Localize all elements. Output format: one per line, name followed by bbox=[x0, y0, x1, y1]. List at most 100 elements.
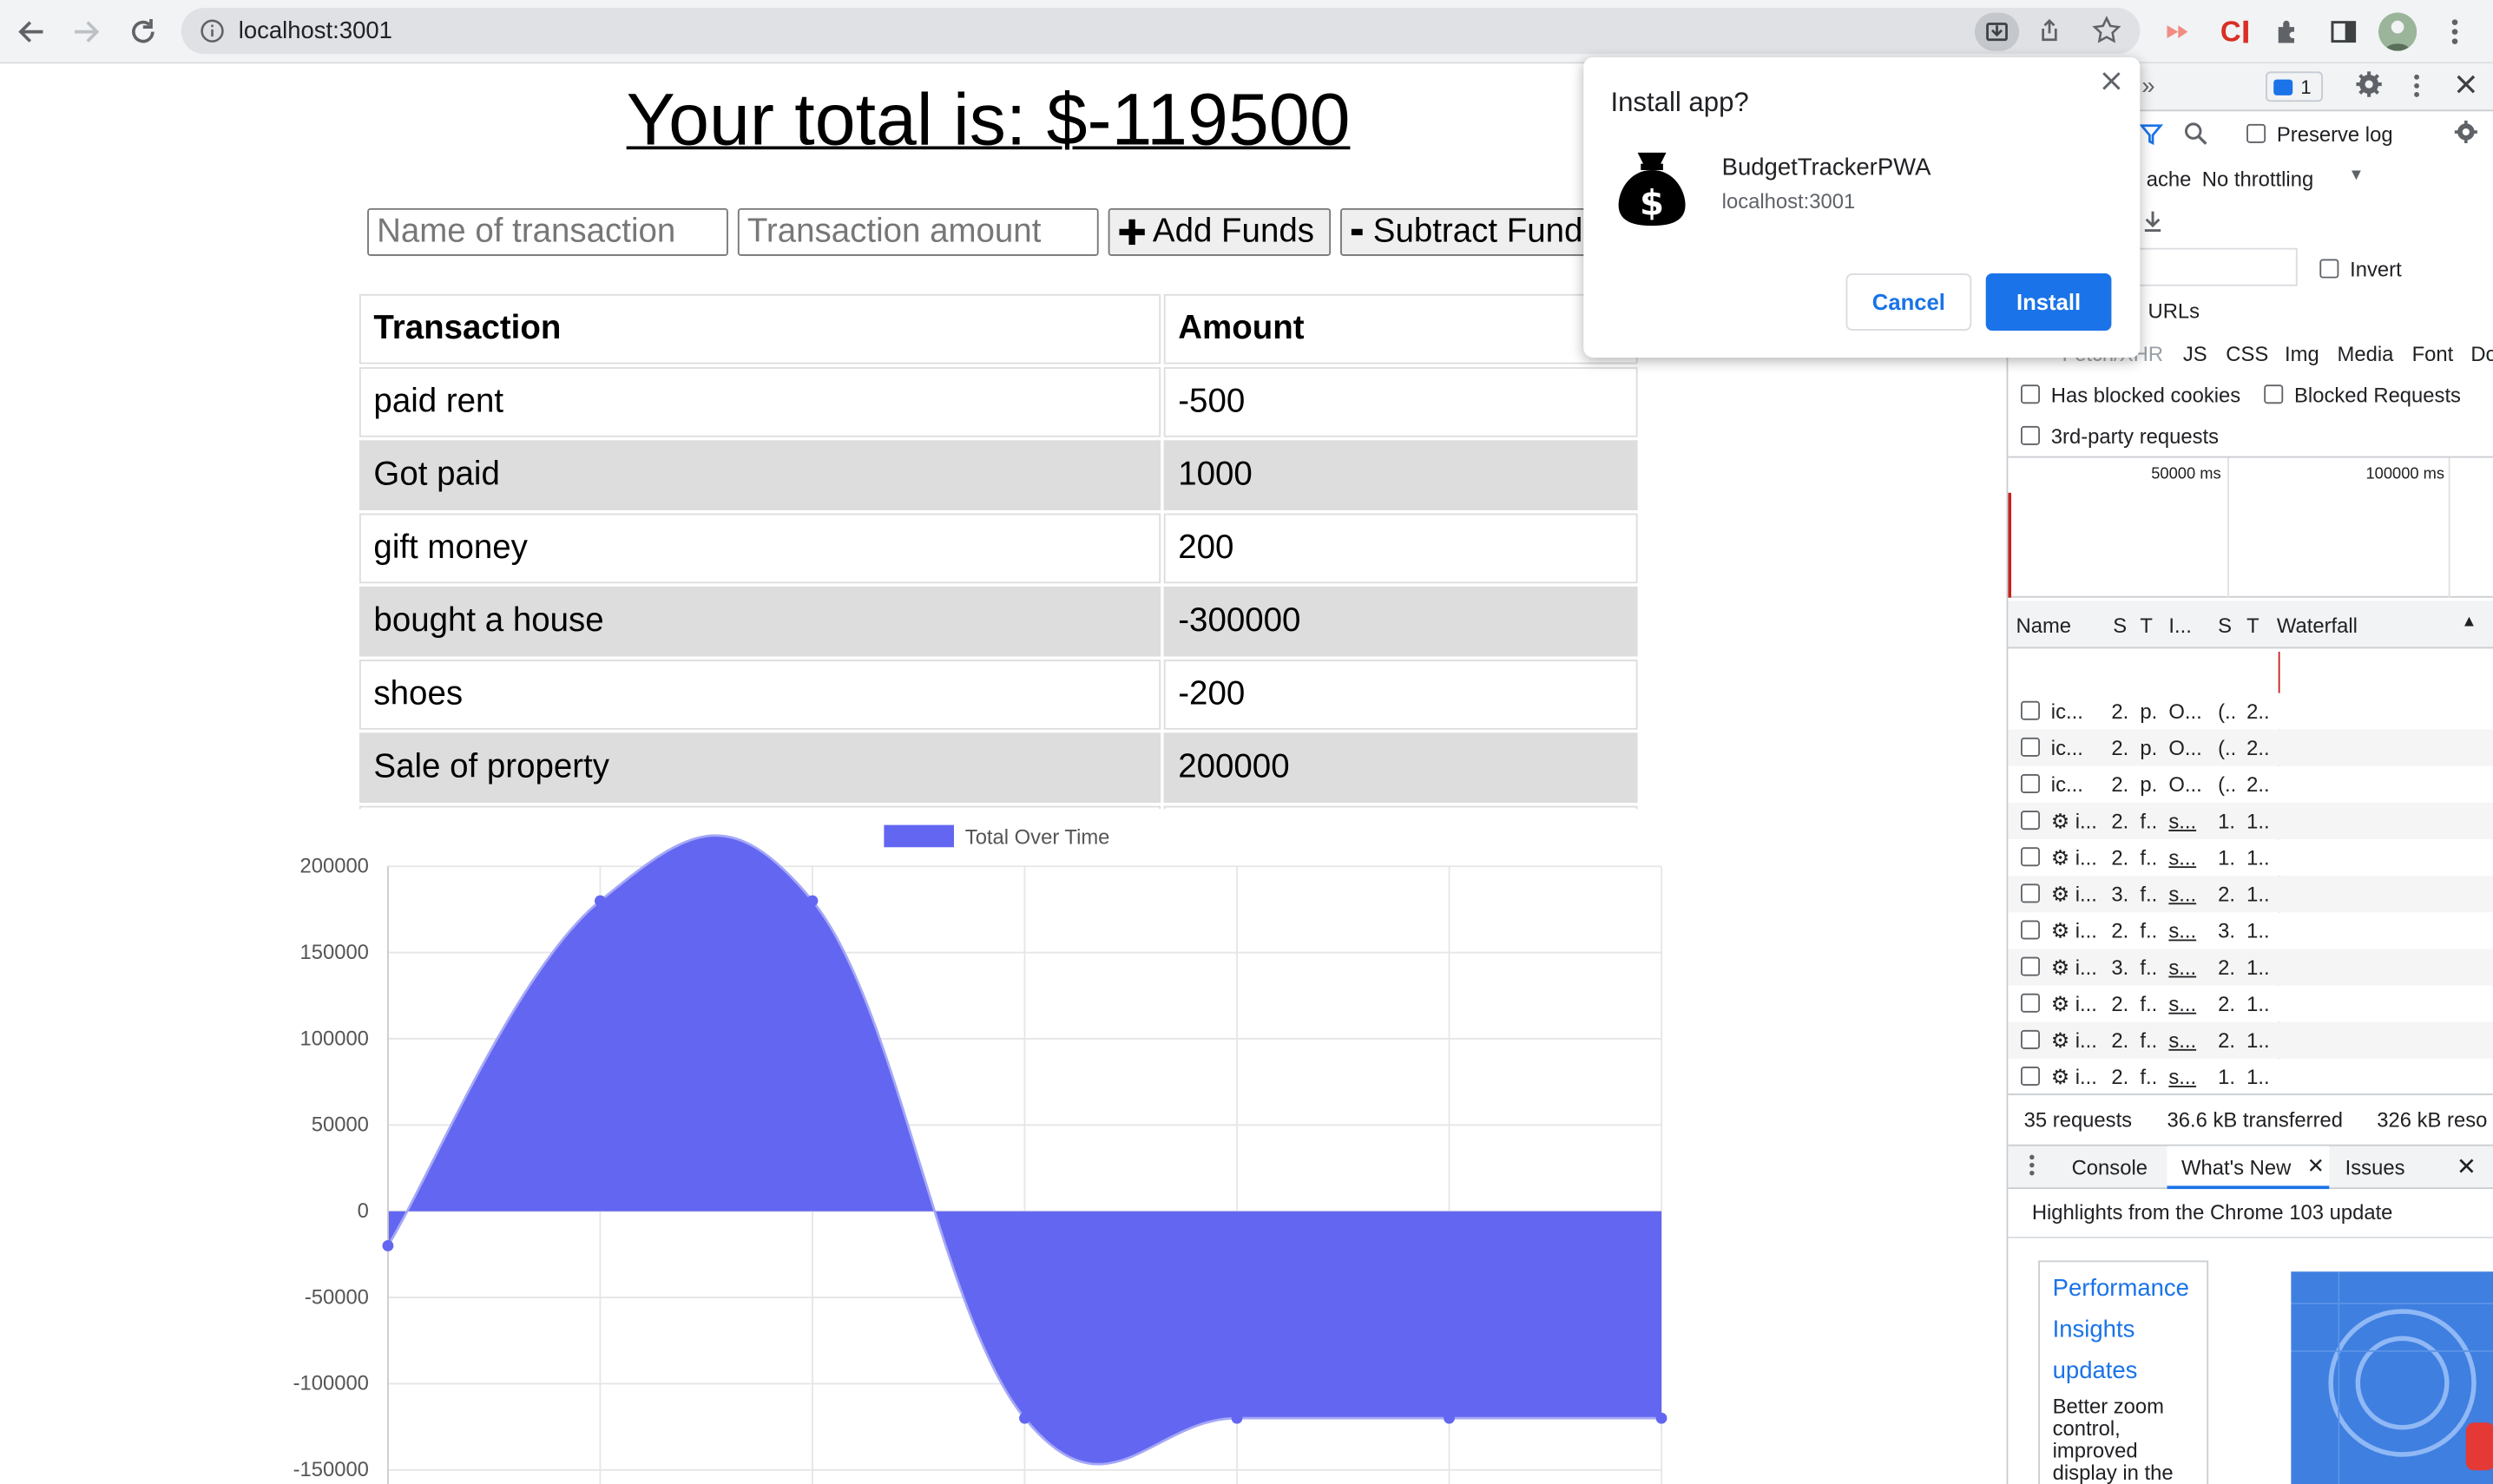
network-request-row[interactable]: ic... 2. p. O... (.. 2.. bbox=[2008, 765, 2493, 803]
filter-font[interactable]: Font bbox=[2412, 342, 2454, 365]
drawer-menu-icon[interactable] bbox=[2029, 1154, 2035, 1181]
close-devtools-icon[interactable] bbox=[2455, 73, 2477, 100]
side-panel-icon[interactable] bbox=[2326, 14, 2361, 49]
close-drawer-icon[interactable]: ✕ bbox=[2457, 1152, 2477, 1181]
cancel-button[interactable]: Cancel bbox=[1845, 273, 1972, 331]
request-cell: 2.. bbox=[2246, 772, 2270, 797]
extensions-puzzle-icon[interactable] bbox=[2271, 14, 2306, 49]
data-point[interactable] bbox=[382, 1240, 394, 1251]
row-checkbox[interactable] bbox=[2021, 811, 2040, 831]
column-time[interactable]: T bbox=[2246, 614, 2259, 637]
more-tabs-icon[interactable]: » bbox=[2141, 73, 2154, 100]
blocked-cookies-checkbox[interactable] bbox=[2021, 384, 2040, 404]
network-settings-icon[interactable] bbox=[2453, 119, 2478, 149]
row-checkbox[interactable] bbox=[2021, 737, 2040, 757]
data-point[interactable] bbox=[1655, 1412, 1667, 1424]
transaction-amount-input[interactable] bbox=[737, 207, 1099, 256]
row-checkbox[interactable] bbox=[2021, 1067, 2040, 1087]
request-cell: f.. bbox=[2140, 991, 2158, 1016]
extension-c-icon[interactable]: C bbox=[2216, 14, 2251, 49]
row-checkbox[interactable] bbox=[2021, 956, 2040, 976]
network-request-row[interactable]: ⚙ i... 2. f.. s... 3. 1.. bbox=[2008, 912, 2493, 949]
settings-gear-icon[interactable] bbox=[2355, 70, 2384, 103]
network-request-row[interactable]: ⚙ i... 2. f.. s... 1. 1.. bbox=[2008, 802, 2493, 840]
row-checkbox[interactable] bbox=[2021, 847, 2040, 867]
network-request-row[interactable]: ⚙ i... 3. f.. s... 2. 1.. bbox=[2008, 949, 2493, 986]
browser-menu-icon[interactable] bbox=[2437, 14, 2472, 49]
network-request-row[interactable]: ⚙ i... 3. f.. s... 2. 1.. bbox=[2008, 876, 2493, 913]
search-icon[interactable] bbox=[2183, 121, 2208, 151]
devtools-menu-icon[interactable] bbox=[2412, 73, 2422, 103]
whats-new-title[interactable]: Performance Insights updates bbox=[2053, 1269, 2204, 1393]
share-icon[interactable] bbox=[2032, 13, 2067, 48]
install-app-icon[interactable] bbox=[1974, 12, 2020, 51]
add-funds-button[interactable]: Add Funds bbox=[1108, 207, 1332, 256]
throttling-select[interactable]: No throttling bbox=[2202, 167, 2313, 190]
download-icon[interactable] bbox=[2141, 210, 2164, 237]
network-request-row[interactable]: ⚙ i... 2. f.. s... 2. 1.. bbox=[2008, 985, 2493, 1022]
network-table-header: Name S T I... S T Waterfall ▲ bbox=[2008, 601, 2493, 649]
data-point[interactable] bbox=[1019, 1412, 1030, 1424]
filter-media[interactable]: Media bbox=[2337, 342, 2393, 365]
third-party-checkbox[interactable] bbox=[2021, 425, 2040, 445]
preserve-log-checkbox[interactable] bbox=[2246, 123, 2266, 143]
whats-new-card[interactable]: Performance Insights updates Better zoom… bbox=[2038, 1260, 2209, 1484]
data-point[interactable] bbox=[1231, 1412, 1243, 1424]
filter-js[interactable]: JS bbox=[2183, 342, 2207, 365]
data-point[interactable] bbox=[806, 895, 819, 907]
filter-img[interactable]: Img bbox=[2285, 342, 2319, 365]
row-checkbox[interactable] bbox=[2021, 1029, 2040, 1049]
column-type[interactable]: T bbox=[2140, 614, 2153, 637]
preserve-log-label: Preserve log bbox=[2276, 122, 2393, 147]
filter-css[interactable]: CSS bbox=[2226, 342, 2268, 365]
request-cell: 2. bbox=[2111, 1028, 2129, 1053]
transaction-name: shoes bbox=[358, 660, 1161, 730]
invert-checkbox[interactable] bbox=[2319, 259, 2339, 279]
bookmark-star-icon[interactable] bbox=[2089, 13, 2124, 48]
close-icon[interactable] bbox=[2097, 67, 2126, 95]
data-point[interactable] bbox=[1444, 1412, 1455, 1424]
back-icon[interactable] bbox=[13, 13, 51, 51]
row-checkbox[interactable] bbox=[2021, 700, 2040, 720]
close-tab-icon[interactable]: ✕ bbox=[2307, 1154, 2325, 1179]
network-request-row[interactable]: ⚙ i... 2. f.. s... 1. 1.. bbox=[2008, 839, 2493, 877]
blocked-requests-checkbox[interactable] bbox=[2264, 384, 2284, 404]
legend-swatch[interactable] bbox=[884, 824, 954, 848]
network-request-row[interactable]: ⚙ i... 2. f.. s... 1. 1.. bbox=[2008, 1058, 2493, 1095]
column-status[interactable]: S bbox=[2113, 614, 2127, 637]
issues-badge[interactable]: 1 bbox=[2266, 71, 2324, 102]
column-name[interactable]: Name bbox=[2016, 614, 2072, 637]
add-funds-label: Add Funds bbox=[1152, 213, 1314, 250]
transaction-name-input[interactable] bbox=[367, 207, 728, 256]
network-requests-list: ic... 2. p. O... (.. 2.. ic... 2. p. O... (.. 2.. ic… bbox=[2008, 651, 2493, 1095]
row-checkbox[interactable] bbox=[2021, 993, 2040, 1013]
tab-issues[interactable]: Issues bbox=[2345, 1156, 2405, 1179]
reload-icon[interactable] bbox=[124, 13, 162, 51]
network-overview-timeline[interactable]: 50000 ms 100000 ms bbox=[2008, 456, 2493, 598]
site-info-icon[interactable] bbox=[201, 19, 224, 51]
tab-console[interactable]: Console bbox=[2072, 1156, 2148, 1179]
subtract-funds-button[interactable]: Subtract Funds bbox=[1340, 207, 1611, 256]
request-cell: O... bbox=[2168, 772, 2202, 797]
filter-icon[interactable] bbox=[2139, 121, 2164, 151]
address-bar[interactable]: localhost:3001 bbox=[181, 8, 2141, 55]
install-button[interactable]: Install bbox=[1985, 273, 2112, 331]
network-request-row[interactable]: ic... 2. p. O... (.. 2.. bbox=[2008, 729, 2493, 766]
legend-label[interactable]: Total Over Time bbox=[965, 826, 1110, 850]
profile-avatar[interactable] bbox=[2378, 12, 2417, 51]
forward-icon[interactable] bbox=[67, 13, 105, 51]
row-checkbox[interactable] bbox=[2021, 883, 2040, 903]
column-size[interactable]: S bbox=[2218, 614, 2232, 637]
column-waterfall[interactable]: Waterfall bbox=[2277, 614, 2358, 637]
row-checkbox[interactable] bbox=[2021, 774, 2040, 793]
extension-arrow-icon[interactable] bbox=[2159, 14, 2194, 49]
column-initiator[interactable]: I... bbox=[2168, 614, 2191, 637]
data-point[interactable] bbox=[595, 895, 606, 907]
request-cell: 2. bbox=[2218, 1028, 2235, 1053]
filter-doc[interactable]: Do bbox=[2470, 342, 2493, 365]
row-checkbox[interactable] bbox=[2021, 920, 2040, 940]
network-request-row[interactable]: ⚙ i... 2. f.. s... 2. 1.. bbox=[2008, 1021, 2493, 1059]
request-cell: s... bbox=[2168, 809, 2197, 833]
network-request-row[interactable]: ic... 2. p. O... (.. 2.. bbox=[2008, 693, 2493, 730]
tab-whats-new[interactable]: What's New ✕ bbox=[2167, 1146, 2330, 1190]
